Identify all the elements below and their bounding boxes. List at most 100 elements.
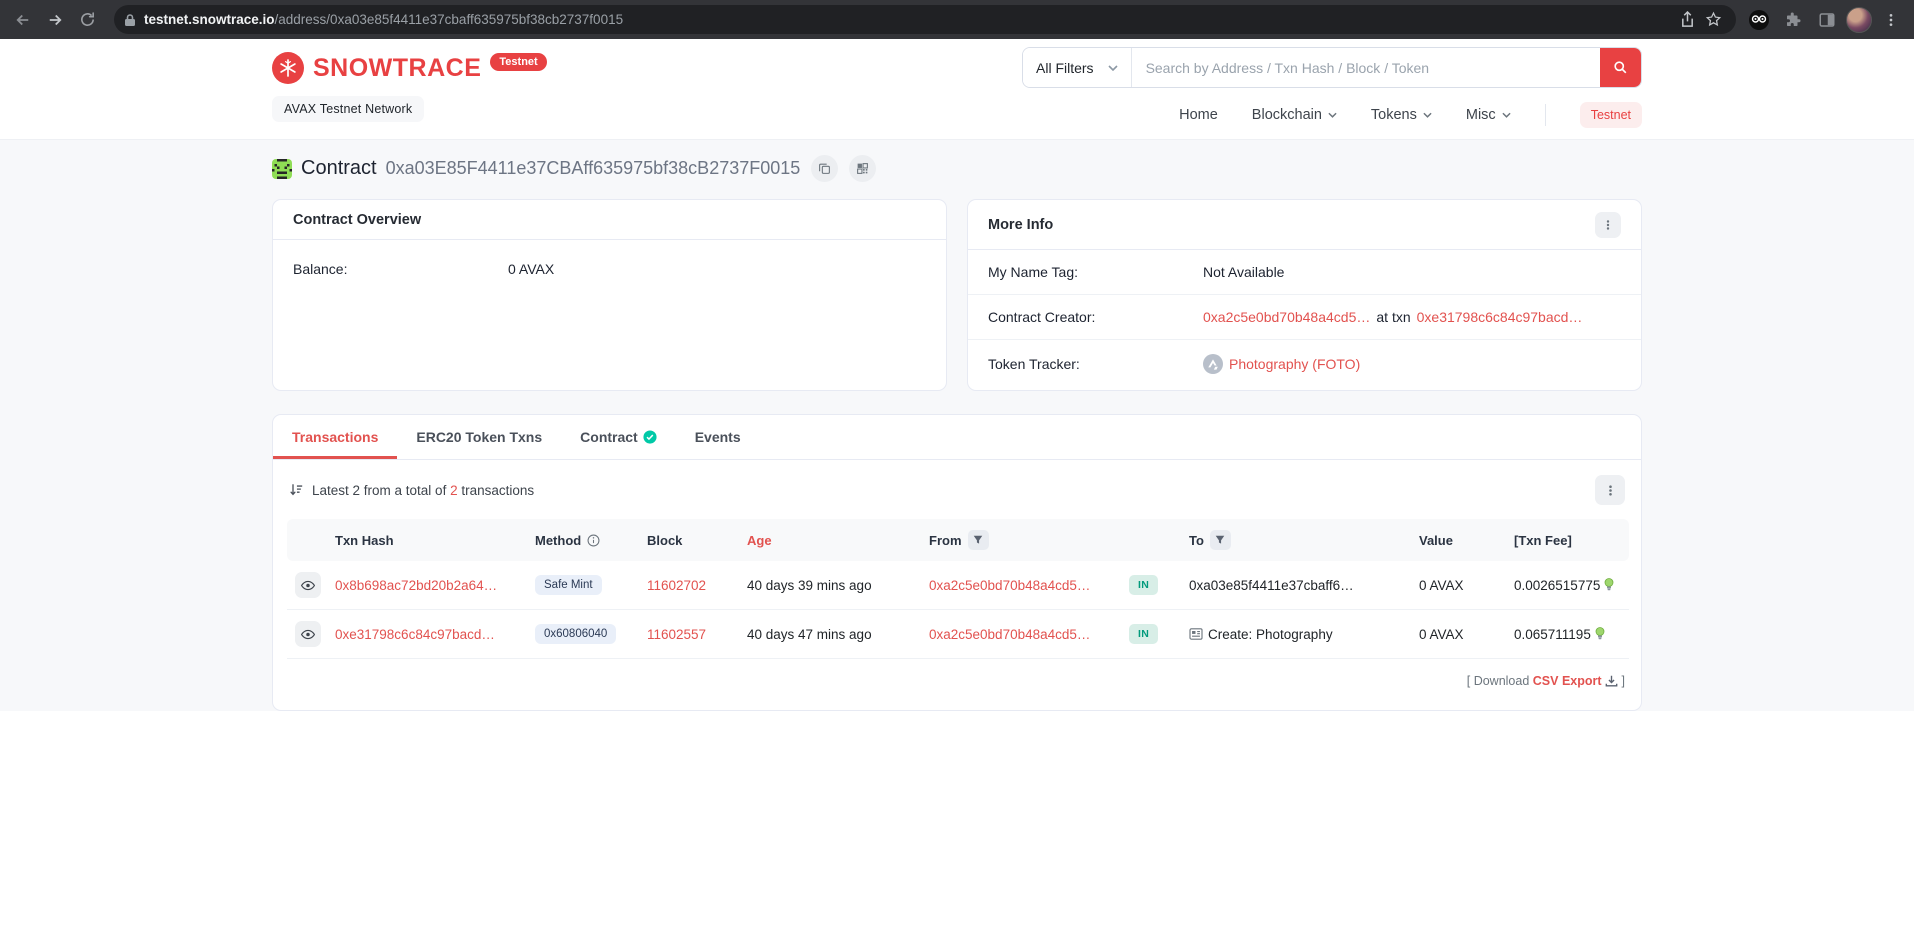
eye-icon [301, 580, 315, 591]
search-input[interactable] [1132, 48, 1600, 87]
col-from: From [921, 519, 1121, 561]
block-link[interactable]: 11602557 [647, 627, 706, 642]
token-tracker-link[interactable]: Photography (FOTO) [1229, 356, 1360, 372]
sort-icon [289, 483, 304, 497]
balance-label: Balance: [293, 261, 508, 277]
nav-blockchain[interactable]: Blockchain [1252, 107, 1337, 123]
tab-contract[interactable]: Contract [561, 415, 676, 459]
nav-tokens[interactable]: Tokens [1371, 107, 1432, 123]
col-to: To [1181, 519, 1411, 561]
search-button[interactable] [1600, 48, 1641, 87]
table-row: 0x8b698ac72bd20b2a64… Safe Mint 11602702… [287, 561, 1629, 610]
col-value: Value [1411, 519, 1506, 561]
fee-cell: 0.065711195 [1506, 610, 1629, 659]
txn-preview-button[interactable] [295, 572, 321, 598]
testnet-network-button[interactable]: Testnet [1580, 102, 1642, 128]
col-age[interactable]: Age [739, 519, 921, 561]
back-icon[interactable] [8, 5, 38, 35]
share-icon[interactable] [1674, 7, 1700, 33]
token-tracker-row: Token Tracker: Photography (FOTO) [968, 340, 1641, 388]
chevron-down-icon [1328, 112, 1337, 118]
direction-badge: IN [1129, 624, 1158, 644]
bookmark-star-icon[interactable] [1700, 7, 1726, 33]
page-content: Contract 0xa03E85F4411e37CBAff635975bf38… [0, 140, 1914, 711]
from-address-link[interactable]: 0xa2c5e0bd70b48a4cd5… [929, 578, 1090, 593]
token-tracker-label: Token Tracker: [988, 356, 1203, 372]
transactions-menu-button[interactable] [1595, 475, 1625, 505]
tab-erc20-token-txns[interactable]: ERC20 Token Txns [397, 415, 561, 459]
block-link[interactable]: 11602702 [647, 578, 706, 593]
transactions-table: Txn Hash Method Block Age From To Value … [287, 519, 1629, 659]
kebab-menu-icon [1604, 484, 1617, 497]
reload-icon[interactable] [72, 5, 102, 35]
method-badge: 0x60806040 [535, 624, 616, 644]
from-address-link[interactable]: 0xa2c5e0bd70b48a4cd5… [929, 627, 1090, 642]
search-icon [1613, 60, 1628, 75]
browser-menu-icon[interactable] [1876, 5, 1906, 35]
copy-icon [818, 162, 831, 175]
col-direction [1121, 519, 1181, 561]
creator-address-link[interactable]: 0xa2c5e0bd70b48a4cd5… [1203, 309, 1370, 325]
age-cell: 40 days 39 mins ago [739, 561, 921, 610]
brand-name: SNOWTRACE [313, 52, 481, 84]
chevron-down-icon [1502, 112, 1511, 118]
browser-chrome: testnet.snowtrace.io/address/0xa03e85f44… [0, 0, 1914, 39]
more-info-menu-button[interactable] [1595, 212, 1621, 238]
contract-address: 0xa03E85F4411e37CBAff635975bf38cB2737F00… [386, 158, 801, 179]
filter-icon [973, 535, 983, 545]
csv-export-link[interactable]: CSV Export [1533, 674, 1602, 688]
nav-misc[interactable]: Misc [1466, 107, 1511, 123]
side-panel-icon[interactable] [1812, 5, 1842, 35]
from-filter-button[interactable] [968, 530, 989, 550]
contract-creator-row: Contract Creator: 0xa2c5e0bd70b48a4cd5… … [968, 295, 1641, 340]
site-header: SNOWTRACE Testnet AVAX Testnet Network A… [0, 39, 1914, 140]
forward-icon[interactable] [40, 5, 70, 35]
owl-extension-icon[interactable] [1744, 5, 1774, 35]
nav-home[interactable]: Home [1179, 107, 1218, 123]
copy-address-button[interactable] [811, 155, 838, 182]
page-bottom-whitespace [0, 711, 1914, 940]
transactions-count: 2 [450, 483, 458, 498]
txn-preview-button[interactable] [295, 621, 321, 647]
to-cell: 0xa03e85f4411e37cbaff6… [1181, 561, 1411, 610]
extensions-puzzle-icon[interactable] [1778, 5, 1808, 35]
gas-bulb-icon [1595, 627, 1605, 641]
tab-transactions[interactable]: Transactions [273, 415, 397, 459]
filter-icon [1215, 535, 1225, 545]
snowtrace-logo[interactable]: SNOWTRACE Testnet [272, 52, 547, 84]
direction-badge: IN [1129, 575, 1158, 595]
value-cell: 0 AVAX [1411, 610, 1506, 659]
snowflake-icon [272, 52, 304, 84]
url-bar[interactable]: testnet.snowtrace.io/address/0xa03e85f44… [114, 5, 1736, 34]
creation-txn-link[interactable]: 0xe31798c6c84c97bacd… [1417, 309, 1583, 325]
eye-icon [301, 629, 315, 640]
col-txn-fee: [Txn Fee] [1506, 519, 1629, 561]
transactions-panel: Transactions ERC20 Token Txns Contract E… [272, 414, 1642, 711]
address-blockie-icon [272, 159, 292, 179]
transactions-summary: Latest 2 from a total of 2 transactions [289, 483, 534, 498]
more-info-card-title: More Info [988, 217, 1053, 233]
to-cell: Create: Photography [1181, 610, 1411, 659]
overview-card-title: Contract Overview [293, 212, 421, 228]
qr-code-button[interactable] [849, 155, 876, 182]
token-logo-icon [1203, 354, 1223, 374]
profile-avatar[interactable] [1846, 7, 1872, 33]
col-block: Block [639, 519, 739, 561]
search-filter-select[interactable]: All Filters [1023, 48, 1132, 87]
verified-check-icon [643, 430, 657, 444]
col-txn-hash: Txn Hash [327, 519, 527, 561]
contract-icon [1189, 628, 1203, 640]
to-filter-button[interactable] [1210, 530, 1231, 550]
creator-at-txn-text: at txn [1376, 309, 1410, 325]
network-label: AVAX Testnet Network [272, 96, 424, 122]
search-bar: All Filters [1022, 47, 1642, 88]
age-cell: 40 days 47 mins ago [739, 610, 921, 659]
more-info-card: More Info My Name Tag: Not Available Con… [967, 199, 1642, 391]
name-tag-value: Not Available [1203, 264, 1284, 280]
contract-creator-label: Contract Creator: [988, 309, 1203, 325]
tabs-bar: Transactions ERC20 Token Txns Contract E… [273, 415, 1641, 460]
txn-hash-link[interactable]: 0x8b698ac72bd20b2a64… [335, 578, 497, 593]
tab-events[interactable]: Events [676, 415, 760, 459]
chevron-down-icon [1423, 112, 1432, 118]
txn-hash-link[interactable]: 0xe31798c6c84c97bacd… [335, 627, 495, 642]
